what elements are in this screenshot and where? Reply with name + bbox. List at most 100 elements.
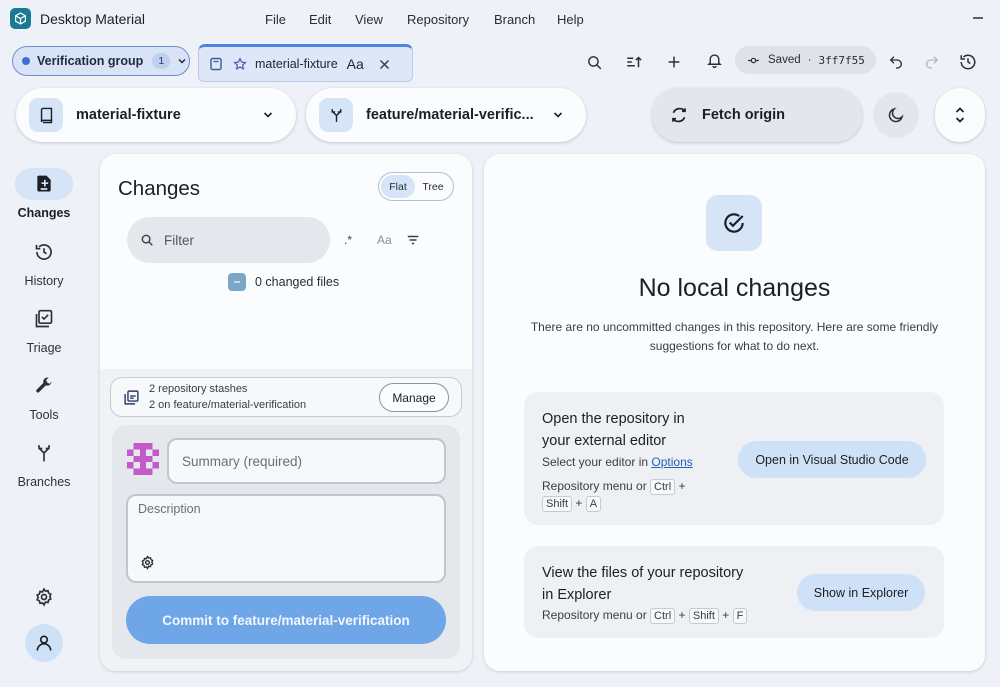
minimize-button[interactable] [970, 10, 986, 26]
branch-icon [319, 98, 353, 132]
group-color-dot [22, 57, 30, 65]
changes-title: Changes [118, 177, 201, 200]
summary-input[interactable] [167, 438, 446, 484]
expand-collapse-icon[interactable] [935, 88, 985, 142]
open-editor-title-line1: Open the repository in [542, 411, 685, 427]
branch-selector[interactable]: feature/material-verific... [306, 88, 586, 142]
shortcut-prefix: Repository menu or [542, 608, 651, 622]
sort-ascending-icon[interactable] [624, 52, 644, 72]
view-mode-toggle[interactable]: Flat Tree [378, 172, 454, 201]
saved-hash: 3ff7f55 [818, 53, 865, 67]
commit-form: Commit to feature/material-verification [112, 425, 460, 659]
account-icon[interactable] [25, 624, 63, 662]
group-label: Verification group [37, 54, 144, 68]
changes-icon [15, 168, 73, 200]
group-count-badge: 1 [152, 53, 171, 69]
branch-name: feature/material-verific... [366, 107, 534, 123]
book-icon [29, 98, 63, 132]
open-editor-card: Open the repository in your external edi… [524, 392, 944, 525]
menu-file[interactable]: File [265, 12, 286, 27]
view-tree-option[interactable]: Tree [415, 175, 451, 198]
chevron-down-icon [176, 55, 188, 67]
menu-edit[interactable]: Edit [309, 12, 331, 27]
filter-field[interactable] [127, 217, 330, 263]
view-flat-option[interactable]: Flat [381, 175, 415, 198]
filter-list-icon[interactable] [406, 233, 420, 247]
match-case-toggle[interactable]: Aa [377, 233, 392, 247]
plus-icon[interactable] [664, 52, 684, 72]
star-icon[interactable] [233, 57, 247, 71]
open-vscode-button[interactable]: Open in Visual Studio Code [738, 441, 926, 478]
show-explorer-button[interactable]: Show in Explorer [797, 574, 925, 611]
stash-icon [123, 389, 140, 406]
repo-tab[interactable]: material-fixture Aa [198, 44, 413, 82]
nav-tools[interactable]: Tools [10, 370, 78, 422]
gear-icon[interactable] [140, 555, 155, 570]
commit-icon [747, 54, 760, 67]
wrench-icon [15, 370, 73, 402]
menu-help[interactable]: Help [557, 12, 584, 27]
repository-selector[interactable]: material-fixture [16, 88, 296, 142]
moon-icon[interactable] [873, 92, 919, 138]
menu-view[interactable]: View [355, 12, 383, 27]
nav-branches[interactable]: Branches [10, 437, 78, 489]
app-title: Desktop Material [40, 11, 146, 27]
key-a: A [585, 496, 602, 512]
saved-separator: · [807, 54, 812, 66]
open-editor-title-line2: your external editor [542, 433, 667, 449]
show-explorer-card: View the files of your repository in Exp… [524, 546, 944, 638]
manage-stashes-button[interactable]: Manage [379, 383, 449, 412]
fetch-origin-button[interactable]: Fetch origin [652, 88, 862, 142]
repository-name: material-fixture [76, 107, 181, 123]
nav-changes[interactable]: Changes [10, 168, 78, 220]
repository-icon [209, 57, 223, 71]
nav-label-tools: Tools [29, 408, 59, 422]
description-input[interactable] [138, 502, 438, 542]
nav-label-history: History [24, 274, 64, 288]
saved-status[interactable]: Saved · 3ff7f55 [735, 46, 876, 74]
redo-icon[interactable] [922, 52, 942, 72]
sync-icon [670, 106, 688, 124]
nav-triage[interactable]: Triage [10, 303, 78, 355]
group-selector[interactable]: Verification group 1 [12, 46, 190, 76]
search-icon[interactable] [584, 52, 604, 72]
key-plus: + [678, 479, 686, 493]
repo-tab-label: material-fixture [255, 57, 338, 71]
fetch-label: Fetch origin [702, 107, 785, 123]
commit-button[interactable]: Commit to feature/material-verification [126, 596, 446, 644]
changed-files-row[interactable]: 0 changed files [228, 273, 339, 291]
cube-icon [10, 8, 31, 29]
select-all-checkbox[interactable] [228, 273, 246, 291]
changes-panel: Changes Flat Tree .* Aa 0 changed files … [100, 154, 472, 671]
branch-icon [15, 437, 73, 469]
key-f: F [732, 608, 748, 624]
filter-input[interactable] [164, 232, 304, 248]
key-shift: Shift [688, 608, 719, 624]
key-plus: + [722, 608, 730, 622]
font-size-toggle[interactable]: Aa [347, 56, 364, 72]
empty-state-panel: No local changes There are no uncommitte… [484, 154, 985, 671]
identicon-avatar [127, 443, 159, 475]
nav-label-changes: Changes [17, 206, 71, 220]
menu-repository[interactable]: Repository [407, 12, 469, 27]
menu-branch[interactable]: Branch [494, 12, 535, 27]
checklist-icon [15, 303, 73, 335]
editor-hint-text: Select your editor in [542, 455, 652, 469]
stash-banner: 2 repository stashes 2 on feature/materi… [110, 377, 462, 417]
regex-toggle[interactable]: .* [344, 233, 352, 247]
nav-history[interactable]: History [10, 236, 78, 288]
check-circle-icon [706, 195, 762, 251]
close-icon[interactable] [379, 59, 390, 70]
key-shift: Shift [542, 496, 573, 512]
history-settings-icon[interactable] [958, 52, 978, 72]
history-icon [15, 236, 73, 268]
gear-icon[interactable] [32, 585, 56, 609]
description-field[interactable] [126, 494, 446, 583]
commit-area: 2 repository stashes 2 on feature/materi… [100, 369, 472, 671]
bell-icon[interactable] [704, 50, 724, 70]
undo-icon[interactable] [886, 52, 906, 72]
nav-label-branches: Branches [17, 475, 71, 489]
chevron-down-icon [552, 109, 564, 121]
options-link[interactable]: Options [651, 455, 692, 469]
key-plus: + [678, 608, 686, 622]
